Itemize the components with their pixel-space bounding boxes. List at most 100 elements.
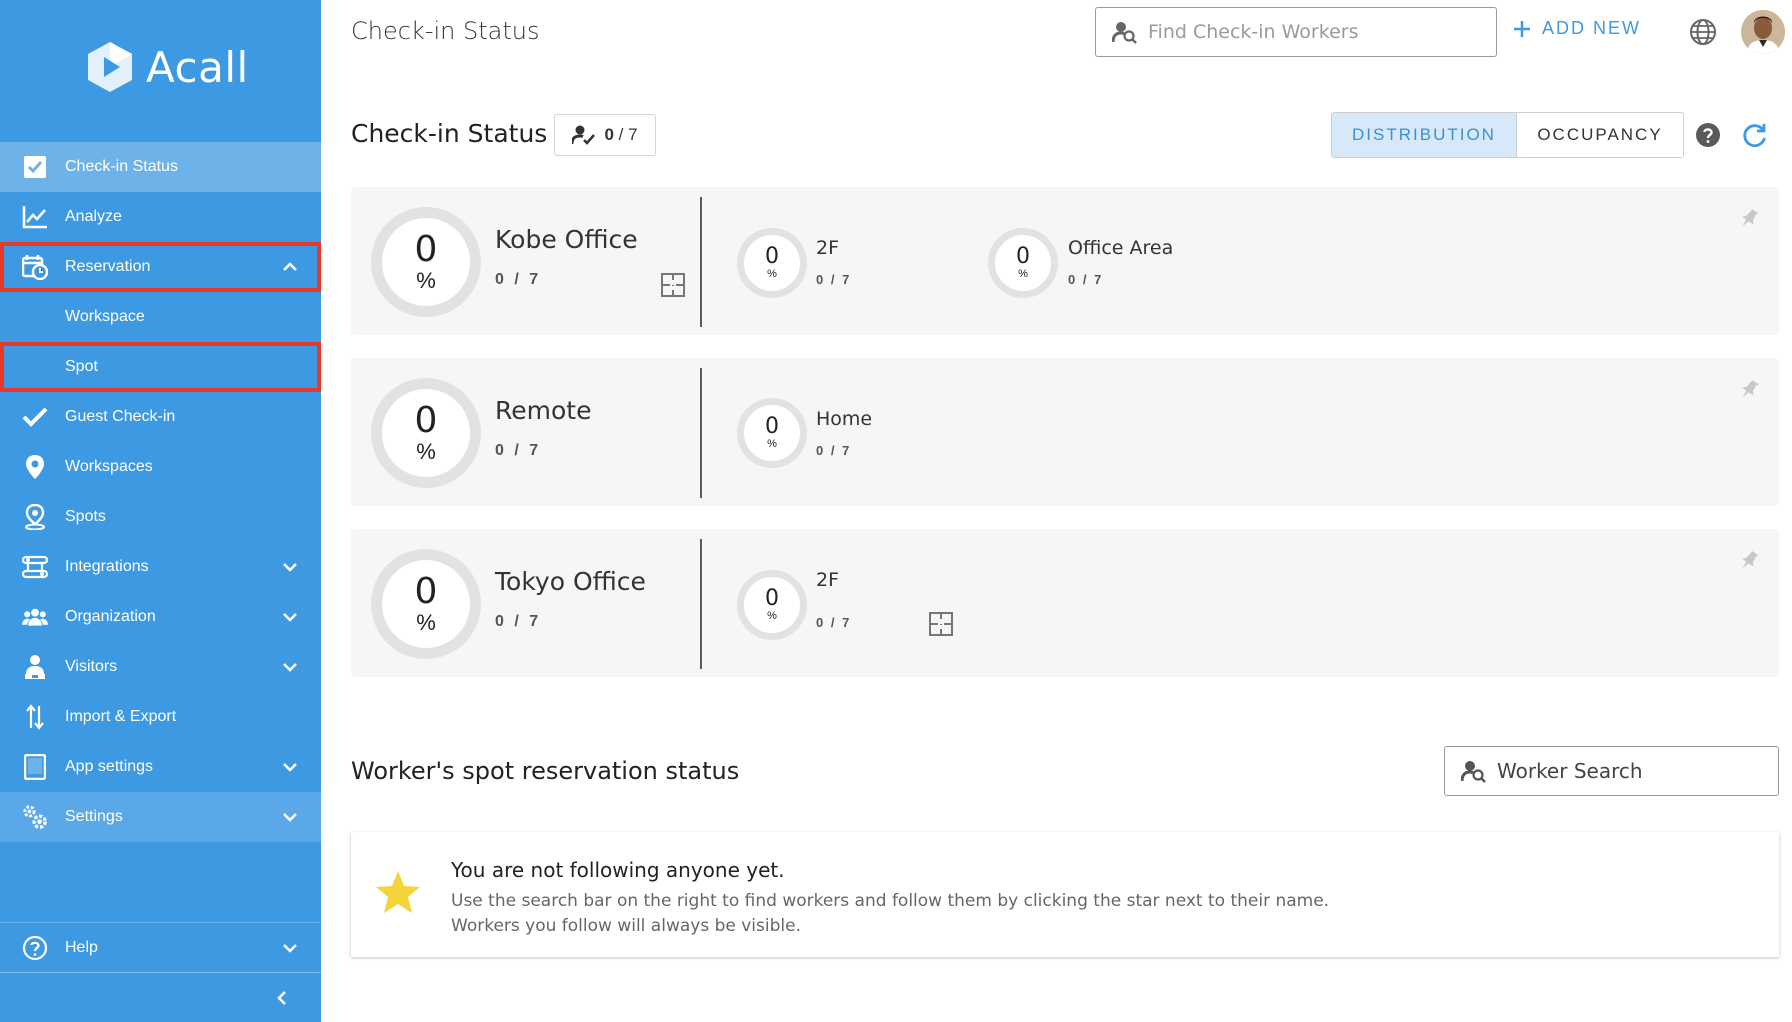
sidebar-item-label: Analyze [65,208,122,225]
chevron-down-icon[interactable] [281,558,299,576]
location-count: 0 / 7 [495,271,542,288]
worker-section-title: Worker's spot reservation status [351,757,740,785]
globe-icon[interactable] [1689,18,1717,46]
empty-state-instructions: Use the search bar on the right to find … [451,891,1330,911]
find-workers-input[interactable] [1148,21,1488,43]
find-workers-search[interactable] [1095,7,1497,57]
location-count: 0 / 7 [495,613,542,630]
sidebar-item-settings[interactable]: Settings [0,792,321,842]
app-name: Acall [146,42,249,92]
spot-pin-icon [22,504,48,530]
location-card-kobe-office[interactable]: 0 % Kobe Office 0 / 7 0 % 2F 0 / 7 0 % O… [351,187,1779,335]
user-search-icon [1112,22,1137,44]
chevron-down-icon[interactable] [281,939,299,957]
area-percent: 0 [765,244,779,269]
location-percent-ring: 0 % [371,378,481,488]
chevron-down-icon[interactable] [281,658,299,676]
empty-state-title: You are not following anyone yet. [451,858,785,882]
chevron-down-icon[interactable] [281,758,299,776]
tab-occupancy[interactable]: OCCUPANCY [1516,113,1683,157]
floor-map-icon[interactable] [929,612,953,636]
sidebar-item-guest-check-in[interactable]: Guest Check-in [0,392,321,442]
app-logo[interactable]: Acall [84,38,249,96]
floor-map-icon[interactable] [661,273,685,297]
gears-icon [22,804,48,830]
area-percent: 0 [765,586,779,611]
sidebar-nav: Check-in Status Analyze Reservation Work… [0,142,321,842]
location-percent-ring: 0 % [371,207,481,317]
area-count: 0 / 7 [816,272,852,287]
area-percent-ring: 0 % [988,228,1058,298]
location-percent: 0 [414,571,438,612]
card-divider [700,539,702,669]
sidebar-item-spots[interactable]: Spots [0,492,321,542]
calendar-clock-icon [22,254,48,280]
following-empty-state: You are not following anyone yet. Use th… [351,832,1779,957]
user-avatar[interactable] [1741,10,1785,54]
sidebar-item-label: Workspaces [65,458,153,475]
area-name: Office Area [1068,237,1174,259]
chevron-left-icon[interactable] [273,989,291,1007]
user-search-icon [1461,761,1486,783]
card-divider [700,197,702,327]
worker-search-input[interactable] [1497,759,1777,783]
area-count: 0 / 7 [816,615,852,630]
sidebar-item-app-settings[interactable]: App settings [0,742,321,792]
percent-symbol: % [767,610,777,622]
chevron-down-icon[interactable] [281,608,299,626]
sidebar-item-analyze[interactable]: Analyze [0,192,321,242]
chevron-up-icon[interactable] [281,258,299,276]
sidebar-subitem-workspace[interactable]: Workspace [0,292,321,342]
sidebar-item-visitors[interactable]: Visitors [0,642,321,692]
card-divider [700,368,702,498]
tab-distribution[interactable]: DISTRIBUTION [1332,113,1516,157]
pin-icon[interactable] [1737,378,1761,402]
percent-symbol: % [767,268,777,280]
sidebar-item-label: Guest Check-in [65,408,176,425]
pin-icon[interactable] [1737,207,1761,231]
location-card-tokyo-office[interactable]: 0 % Tokyo Office 0 / 7 0 % 2F 0 / 7 [351,529,1779,677]
check-icon [22,404,48,430]
sidebar-item-label: Check-in Status [65,158,178,175]
area-count: 0 / 7 [1068,272,1104,287]
pin-icon[interactable] [1737,549,1761,573]
area-percent-ring: 0 % [737,228,807,298]
sidebar-item-label: Spots [65,508,106,525]
percent-symbol: % [767,438,777,450]
help-icon[interactable] [1695,122,1721,148]
area-percent-ring: 0 % [737,570,807,640]
location-count: 0 / 7 [495,442,542,459]
sidebar-collapse [0,972,321,1022]
sidebar-subitem-spot[interactable]: Spot [0,342,321,392]
add-new-label: ADD NEW [1542,18,1641,38]
plus-icon [1514,20,1530,37]
checkbox-icon [22,154,48,180]
sidebar-item-reservation[interactable]: Reservation [0,242,321,292]
area-percent: 0 [765,414,779,439]
sidebar-item-integrations[interactable]: Integrations [0,542,321,592]
sidebar-item-check-in-status[interactable]: Check-in Status [0,142,321,192]
visitor-icon [22,654,48,680]
sidebar-item-organization[interactable]: Organization [0,592,321,642]
area-count: 0 / 7 [816,443,852,458]
page-title: Check-in Status [351,17,540,45]
area-name: 2F [816,569,840,591]
map-pin-icon [22,454,48,480]
chevron-down-icon[interactable] [281,808,299,826]
location-card-remote[interactable]: 0 % Remote 0 / 7 0 % Home 0 / 7 [351,358,1779,506]
sidebar-item-label: Workspace [65,308,145,325]
percent-symbol: % [1018,268,1028,280]
sidebar-item-import-export[interactable]: Import & Export [0,692,321,742]
star-icon [376,871,420,913]
refresh-icon[interactable] [1741,122,1768,149]
checked-in-count-badge: 0 / 7 [554,114,656,156]
empty-state-note: Workers you follow will always be visibl… [451,916,801,936]
sidebar-item-help[interactable]: Help [0,922,321,972]
location-name: Remote [495,396,592,425]
percent-symbol: % [416,439,436,464]
worker-search[interactable] [1444,746,1779,796]
area-percent-ring: 0 % [737,398,807,468]
sidebar-item-workspaces[interactable]: Workspaces [0,442,321,492]
add-new-button[interactable]: ADD NEW [1512,18,1641,39]
question-circle-icon [22,935,48,961]
